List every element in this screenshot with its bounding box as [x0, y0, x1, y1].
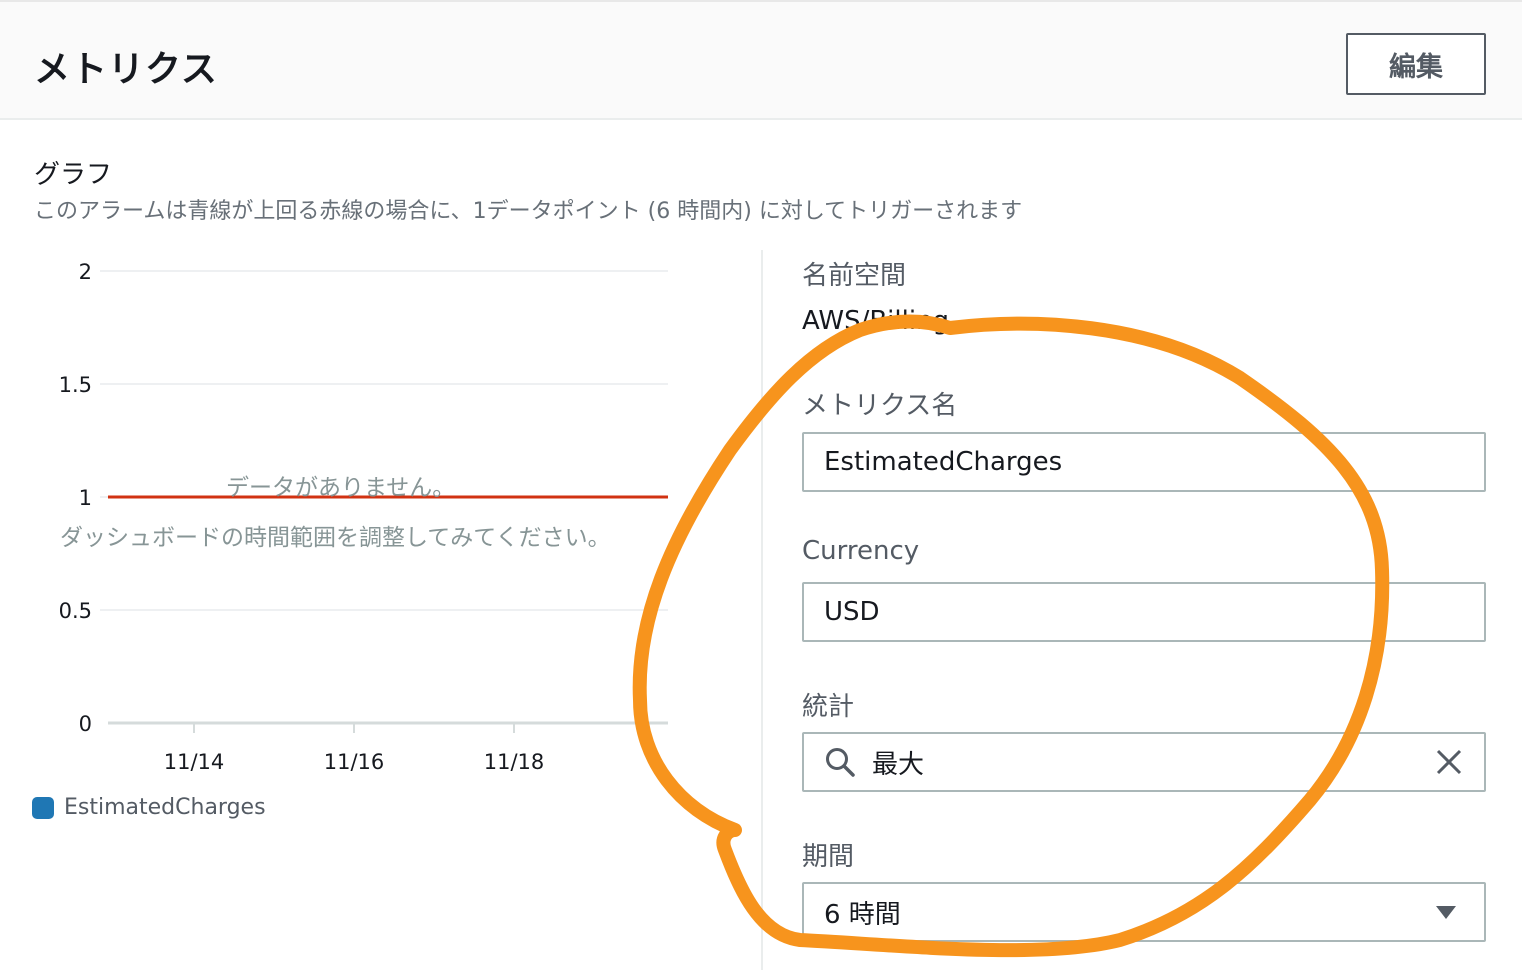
no-data-hint: ダッシュボードの時間範囲を調整してみてください。: [60, 525, 611, 551]
column-divider: [761, 250, 763, 970]
statistic-label: 統計: [802, 692, 855, 722]
period-label: 期間: [802, 842, 855, 872]
currency-value: USD: [824, 597, 880, 627]
x-tick-label: 11/14: [164, 750, 225, 774]
currency-field[interactable]: USD: [802, 582, 1486, 642]
metric-chart: 2 1.5 1 0.5 0 11/14 11/16 11/18 データがありません。 ダッシュ…: [0, 240, 700, 860]
search-icon: [824, 746, 856, 778]
no-data-message: データがありません。: [226, 475, 456, 501]
metric-name-value: EstimatedCharges: [824, 447, 1063, 477]
y-tick-label: 0.5: [59, 599, 92, 623]
legend-label: EstimatedCharges: [64, 795, 266, 820]
edit-button[interactable]: 編集: [1346, 33, 1486, 95]
metric-name-field[interactable]: EstimatedCharges: [802, 432, 1486, 492]
chart-legend[interactable]: EstimatedCharges: [32, 795, 266, 820]
y-tick-label: 2: [79, 260, 92, 284]
graph-title: グラフ: [34, 160, 113, 190]
statistic-value: 最大: [872, 749, 925, 780]
metric-name-label: メトリクス名: [802, 391, 958, 421]
page-title: メトリクス: [34, 49, 218, 90]
y-tick-label: 1.5: [59, 373, 92, 397]
legend-swatch: [32, 796, 54, 819]
currency-label: Currency: [802, 536, 920, 566]
caret-down-icon: [1434, 903, 1458, 921]
x-tick-label: 11/18: [484, 750, 545, 774]
metrics-header: メトリクス 編集: [0, 0, 1522, 120]
graph-description: このアラームは青線が上回る赤線の場合に、1データポイント (6 時間内) に対し…: [34, 199, 1023, 224]
namespace-value: AWS/Billing: [802, 306, 950, 336]
period-select[interactable]: 6 時間: [802, 882, 1486, 942]
y-tick-label: 1: [79, 486, 92, 510]
close-icon[interactable]: [1434, 747, 1464, 777]
namespace-label: 名前空間: [802, 261, 907, 291]
x-tick-label: 11/16: [324, 750, 385, 774]
period-value: 6 時間: [824, 899, 901, 930]
statistic-search-field[interactable]: 最大: [802, 732, 1486, 792]
y-tick-label: 0: [79, 712, 92, 736]
